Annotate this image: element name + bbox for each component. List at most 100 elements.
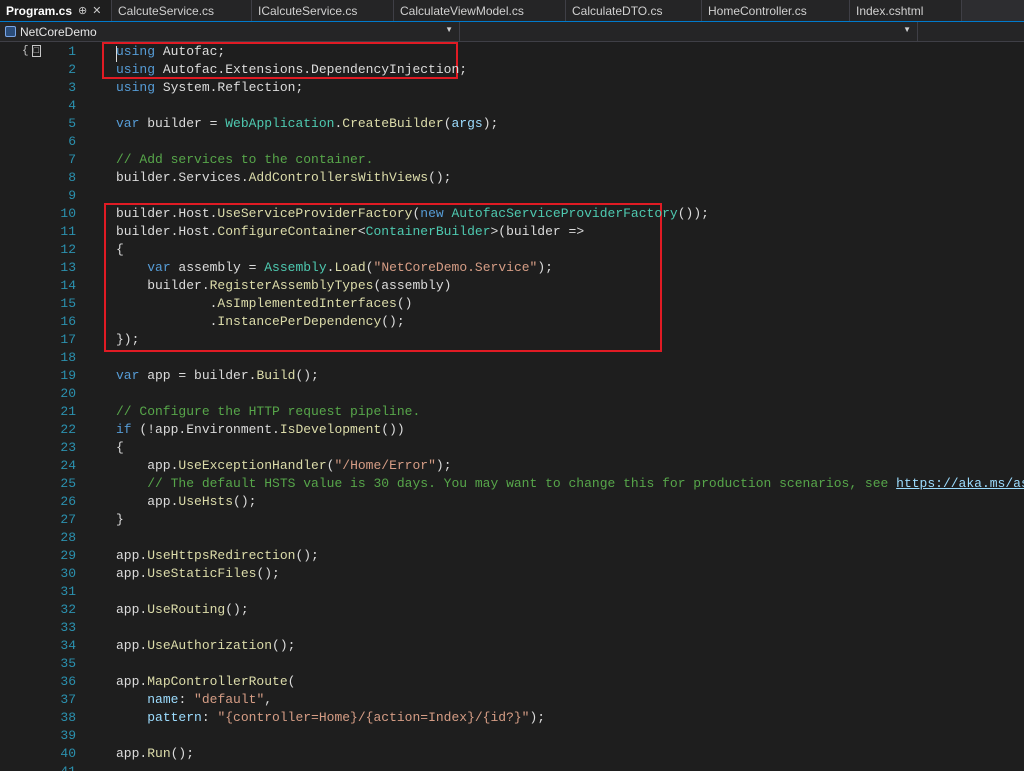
code-line[interactable]: 29 app.UseHttpsRedirection(); bbox=[0, 547, 1024, 565]
tab-index-cshtml[interactable]: Index.cshtml bbox=[850, 0, 962, 21]
type-dropdown[interactable]: ▼ bbox=[460, 22, 918, 41]
code-line[interactable]: 12 { bbox=[0, 241, 1024, 259]
code-line[interactable]: 21 // Configure the HTTP request pipeline… bbox=[0, 403, 1024, 421]
code-line[interactable]: 9 bbox=[0, 187, 1024, 205]
code-line[interactable]: 33 bbox=[0, 619, 1024, 637]
close-icon[interactable]: ✕ bbox=[92, 4, 101, 17]
line-number: 23 bbox=[60, 440, 76, 455]
code-token: builder.Host. bbox=[116, 206, 218, 221]
code-token: (); bbox=[256, 566, 280, 581]
code-text: // The default HSTS value is 30 days. Yo… bbox=[116, 475, 1024, 493]
code-line[interactable]: 35 bbox=[0, 655, 1024, 673]
code-line[interactable]: 32 app.UseRouting(); bbox=[0, 601, 1024, 619]
code-line[interactable]: 30 app.UseStaticFiles(); bbox=[0, 565, 1024, 583]
code-line[interactable]: 37 name: "default", bbox=[0, 691, 1024, 709]
code-line[interactable]: 26 app.UseHsts(); bbox=[0, 493, 1024, 511]
code-token: UseServiceProviderFactory bbox=[217, 206, 413, 221]
code-line[interactable]: 6 bbox=[0, 133, 1024, 151]
code-editor[interactable]: {□ 1 using Autofac; 2 using Autofac.Extensi… bbox=[0, 42, 1024, 771]
line-number: 29 bbox=[60, 548, 76, 563]
code-line[interactable]: 40 app.Run(); bbox=[0, 745, 1024, 763]
code-token: using bbox=[116, 62, 156, 77]
code-token: if bbox=[116, 422, 132, 437]
code-line[interactable]: 15 .AsImplementedInterfaces() bbox=[0, 295, 1024, 313]
line-number: 27 bbox=[60, 512, 76, 527]
code-line[interactable]: 36 app.MapControllerRoute( bbox=[0, 673, 1024, 691]
tab-program-cs[interactable]: Program.cs ⊕ ✕ bbox=[0, 0, 112, 21]
code-line[interactable]: 17}); bbox=[0, 331, 1024, 349]
tab-calculatedto-cs[interactable]: CalculateDTO.cs bbox=[566, 0, 702, 21]
code-line[interactable]: 31 bbox=[0, 583, 1024, 601]
line-number: 13 bbox=[60, 260, 76, 275]
code-line[interactable]: 27} bbox=[0, 511, 1024, 529]
code-token: AutofacServiceProviderFactory bbox=[451, 206, 678, 221]
code-token: (); bbox=[233, 494, 257, 509]
line-number: 1 bbox=[68, 44, 76, 59]
code-token: ( bbox=[287, 674, 296, 689]
code-text: // Configure the HTTP request pipeline. bbox=[116, 403, 420, 421]
code-line[interactable]: 39 bbox=[0, 727, 1024, 745]
code-token: app. bbox=[116, 494, 179, 509]
tab-icalcuteservice-cs[interactable]: ICalcuteService.cs bbox=[252, 0, 394, 21]
code-line[interactable]: 20 bbox=[0, 385, 1024, 403]
member-dropdown[interactable] bbox=[918, 22, 1024, 41]
code-line[interactable]: 11 builder.Host.ConfigureContainer<Contai… bbox=[0, 223, 1024, 241]
code-token: var bbox=[116, 368, 140, 383]
code-text: app.Run(); bbox=[116, 745, 194, 763]
code-token: using bbox=[116, 44, 156, 59]
code-line[interactable]: 3 using System.Reflection; bbox=[0, 79, 1024, 97]
code-text: }); bbox=[116, 331, 139, 349]
code-line[interactable]: 5 var builder = WebApplication.CreateBuil… bbox=[0, 115, 1024, 133]
code-token: // Add services to the container. bbox=[116, 152, 374, 167]
tab-calcuteservice-cs[interactable]: CalcuteService.cs bbox=[112, 0, 252, 21]
tab-label: ICalcuteService.cs bbox=[258, 3, 358, 18]
code-token: app. bbox=[116, 548, 148, 563]
project-dropdown[interactable]: NetCoreDemo ▼ bbox=[0, 22, 460, 41]
code-text: app.UseExceptionHandler("/Home/Error"); bbox=[116, 457, 452, 475]
code-line[interactable]: 41 bbox=[0, 763, 1024, 771]
code-line[interactable]: 14 builder.RegisterAssemblyTypes(assembl… bbox=[0, 277, 1024, 295]
code-token: Assembly bbox=[264, 260, 327, 275]
code-line[interactable]: 22 if (!app.Environment.IsDevelopment()) bbox=[0, 421, 1024, 439]
hyperlink[interactable]: https://aka.ms/aspnetcore-hsts bbox=[896, 476, 1024, 491]
code-line[interactable]: 16 .InstancePerDependency(); bbox=[0, 313, 1024, 331]
code-line[interactable]: 34 app.UseAuthorization(); bbox=[0, 637, 1024, 655]
line-number: 10 bbox=[60, 206, 76, 221]
pin-icon[interactable]: ⊕ bbox=[78, 4, 87, 17]
code-line[interactable]: 8 builder.Services.AddControllersWithView… bbox=[0, 169, 1024, 187]
code-token: AsImplementedInterfaces bbox=[217, 296, 397, 311]
code-line[interactable]: 19 var app = builder.Build(); bbox=[0, 367, 1024, 385]
code-line[interactable]: 18 bbox=[0, 349, 1024, 367]
code-token: (); bbox=[428, 170, 452, 185]
code-line[interactable]: 23 { bbox=[0, 439, 1024, 457]
code-line[interactable]: 38 pattern: "{controller=Home}/{action=I… bbox=[0, 709, 1024, 727]
tab-label: CalculateViewModel.cs bbox=[400, 3, 524, 18]
code-token: } bbox=[116, 512, 124, 527]
code-line[interactable]: 10 builder.Host.UseServiceProviderFactory… bbox=[0, 205, 1024, 223]
code-text: builder.Services.AddControllersWithViews… bbox=[116, 169, 451, 187]
code-line[interactable]: 4 bbox=[0, 97, 1024, 115]
code-text: if (!app.Environment.IsDevelopment()) bbox=[116, 421, 405, 439]
code-token: >(builder => bbox=[490, 224, 585, 239]
code-line[interactable]: 7 // Add services to the container. bbox=[0, 151, 1024, 169]
code-token: UseAuthorization bbox=[147, 638, 273, 653]
code-token: UseHsts bbox=[178, 494, 234, 509]
tab-homecontroller-cs[interactable]: HomeController.cs bbox=[702, 0, 850, 21]
code-line[interactable]: 28 bbox=[0, 529, 1024, 547]
tab-calculateviewmodel-cs[interactable]: CalculateViewModel.cs bbox=[394, 0, 566, 21]
code-line[interactable]: 2 using Autofac.Extensions.DependencyInje… bbox=[0, 61, 1024, 79]
code-token: app. bbox=[116, 746, 148, 761]
document-tab-strip: Program.cs ⊕ ✕ CalcuteService.cs ICalcut… bbox=[0, 0, 1024, 22]
code-line[interactable]: 24 app.UseExceptionHandler("/Home/Error"… bbox=[0, 457, 1024, 475]
code-line[interactable]: 1 using Autofac; bbox=[0, 43, 1024, 62]
code-token: . bbox=[116, 314, 218, 329]
code-token: ); bbox=[435, 458, 452, 473]
code-token: MapControllerRoute bbox=[147, 674, 288, 689]
code-line[interactable]: 25 // The default HSTS value is 30 days.… bbox=[0, 475, 1024, 493]
code-token: UseRouting bbox=[147, 602, 226, 617]
line-number: 6 bbox=[68, 134, 76, 149]
code-text: builder.RegisterAssemblyTypes(assembly) bbox=[116, 277, 451, 295]
code-line[interactable]: 13 var assembly = Assembly.Load("NetCore… bbox=[0, 259, 1024, 277]
line-number: 11 bbox=[60, 224, 76, 239]
